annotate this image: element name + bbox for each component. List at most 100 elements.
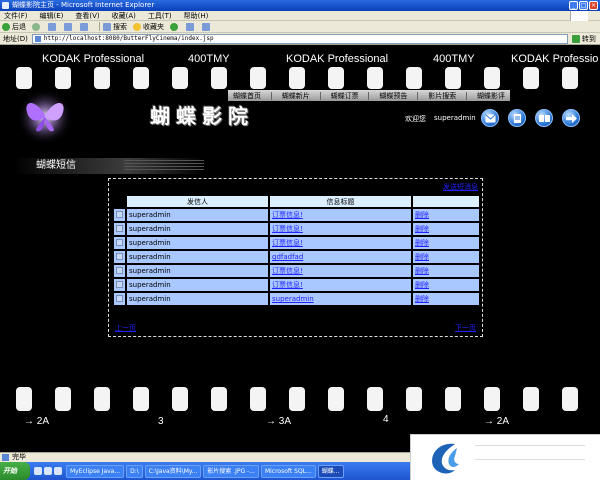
menu-help[interactable]: 帮助(H) xyxy=(184,11,209,20)
mail-icon xyxy=(485,114,496,123)
nav-new-films[interactable]: 蝴蝶新片 xyxy=(282,91,310,101)
message-title-link[interactable]: 订票信息! xyxy=(272,281,303,289)
delete-link[interactable]: 删除 xyxy=(415,225,429,233)
row-checkbox[interactable] xyxy=(116,224,123,232)
menu-edit[interactable]: 编辑(E) xyxy=(40,11,64,20)
page-icon xyxy=(34,35,41,42)
row-checkbox[interactable] xyxy=(116,294,123,302)
nav-film-search[interactable]: 影片搜索 xyxy=(428,91,456,101)
exit-button[interactable] xyxy=(562,109,580,127)
message-title-link[interactable]: 订票信息! xyxy=(272,267,303,275)
history-button[interactable] xyxy=(170,22,180,31)
menu-view[interactable]: 查看(V) xyxy=(75,11,99,20)
menu-tools[interactable]: 工具(T) xyxy=(148,11,172,20)
maximize-button[interactable]: □ xyxy=(579,1,588,10)
back-arrow-icon xyxy=(2,22,10,31)
stop-button[interactable] xyxy=(48,22,58,31)
nav-divider xyxy=(466,91,468,100)
delete-link[interactable]: 删除 xyxy=(415,211,429,219)
table-row: superadmin 订票信息! 删除 xyxy=(114,237,479,249)
print-button[interactable] xyxy=(202,22,212,31)
film-sprocket-hole xyxy=(562,387,578,411)
quick-launch-icon[interactable] xyxy=(44,467,52,475)
nav-reviews[interactable]: 蝴蝶影评 xyxy=(477,91,505,101)
message-title-link[interactable]: 订票信息! xyxy=(272,239,303,247)
mail-toolbar-button[interactable] xyxy=(186,22,196,31)
message-title-link[interactable]: superadmin xyxy=(272,295,314,303)
delete-link[interactable]: 删除 xyxy=(415,253,429,261)
back-button[interactable]: 后退 xyxy=(2,22,26,32)
go-button[interactable]: 转到 xyxy=(571,34,596,44)
table-row: superadmin superadmin 删除 xyxy=(114,293,479,305)
prev-page-link[interactable]: 上一页 xyxy=(115,323,136,333)
action-cell: 删除 xyxy=(413,209,479,221)
nav-previews[interactable]: 蝴蝶预告 xyxy=(379,91,407,101)
address-input[interactable]: http://localhost:8080/ButterFlyCinema/in… xyxy=(31,33,568,44)
section-title: 蝴蝶短信 xyxy=(14,158,204,174)
taskbar-task[interactable]: 影片搜索 .JPG -... xyxy=(203,464,259,478)
film-label: 400TMY xyxy=(433,53,475,65)
sender-cell: superadmin xyxy=(127,265,268,277)
close-button[interactable]: × xyxy=(589,1,598,10)
message-title-link[interactable]: gdfadfad xyxy=(272,253,303,261)
quick-launch-icon[interactable] xyxy=(34,467,42,475)
film-sprocket-hole xyxy=(250,67,266,89)
next-page-link[interactable]: 下一页 xyxy=(455,323,476,333)
row-checkbox[interactable] xyxy=(116,238,123,246)
action-cell: 删除 xyxy=(413,293,479,305)
nav-divider xyxy=(417,91,419,100)
welcome-area: 欢迎您 superadmin xyxy=(405,114,476,124)
message-title-link[interactable]: 订票信息! xyxy=(272,211,303,219)
taskbar-task[interactable]: MyEclipse Java... xyxy=(66,464,125,478)
menu-favorites[interactable]: 收藏(A) xyxy=(112,11,136,20)
message-rows: superadmin 订票信息! 删除 superadmin 订票信息! 删除 supera… xyxy=(114,209,479,305)
row-checkbox[interactable] xyxy=(116,210,123,218)
taskbar-task[interactable]: Microsoft SQL... xyxy=(260,464,316,478)
delete-link[interactable]: 删除 xyxy=(415,281,429,289)
favorites-button[interactable]: 收藏夹 xyxy=(133,22,164,32)
delete-link[interactable]: 删除 xyxy=(415,239,429,247)
taskbar-task-active[interactable]: 蝴蝶... xyxy=(317,464,344,478)
nav-tickets[interactable]: 蝴蝶订票 xyxy=(331,91,359,101)
site-title: 蝴蝶影院 xyxy=(150,104,254,128)
forward-button[interactable] xyxy=(32,22,42,31)
row-checkbox-cell xyxy=(114,293,125,305)
nav-home[interactable]: 蝴蝶首页 xyxy=(233,91,261,101)
send-message-link[interactable]: 发送短消息 xyxy=(443,182,478,192)
book-button[interactable] xyxy=(535,109,553,127)
toolbar-divider xyxy=(99,22,100,31)
search-button[interactable]: 搜索 xyxy=(103,22,127,32)
table-row: superadmin 订票信息! 删除 xyxy=(114,209,479,221)
row-checkbox[interactable] xyxy=(116,280,123,288)
film-sprocket-hole xyxy=(523,67,539,89)
delete-link[interactable]: 删除 xyxy=(415,295,429,303)
address-label: 地址(D) xyxy=(3,34,28,43)
sender-cell: superadmin xyxy=(127,293,268,305)
start-button[interactable]: 开始 xyxy=(0,462,30,480)
quick-launch-icon[interactable] xyxy=(54,467,62,475)
watermark-rule xyxy=(475,445,585,451)
quick-launch xyxy=(34,467,62,475)
table-header-row: 发信人 信息标题 xyxy=(114,196,479,207)
status-text: 完毕 xyxy=(12,453,26,461)
message-title-link[interactable]: 订票信息! xyxy=(272,225,303,233)
row-checkbox[interactable] xyxy=(116,252,123,260)
title-cell: 订票信息! xyxy=(270,237,411,249)
row-checkbox-cell xyxy=(114,209,125,221)
taskbar-task[interactable]: C:\Java资料\My... xyxy=(144,464,202,478)
delete-link[interactable]: 删除 xyxy=(415,267,429,275)
action-cell: 删除 xyxy=(413,237,479,249)
minimize-button[interactable]: _ xyxy=(569,1,578,10)
ie-icon xyxy=(2,2,9,9)
document-button[interactable] xyxy=(508,109,526,127)
mail-button[interactable] xyxy=(481,109,499,127)
film-sprocket-hole xyxy=(133,67,149,89)
taskbar-task[interactable]: D:\ xyxy=(126,464,143,478)
watermark-rule xyxy=(475,459,585,465)
refresh-button[interactable] xyxy=(64,22,74,31)
home-button[interactable] xyxy=(80,22,90,31)
menu-file[interactable]: 文件(F) xyxy=(4,11,28,20)
row-checkbox[interactable] xyxy=(116,266,123,274)
web-page: KODAK Professional 400TMY KODAK Professi… xyxy=(0,45,600,452)
window-titlebar[interactable]: 蝴蝶影院主页 - Microsoft Internet Explorer _ □… xyxy=(0,0,600,11)
